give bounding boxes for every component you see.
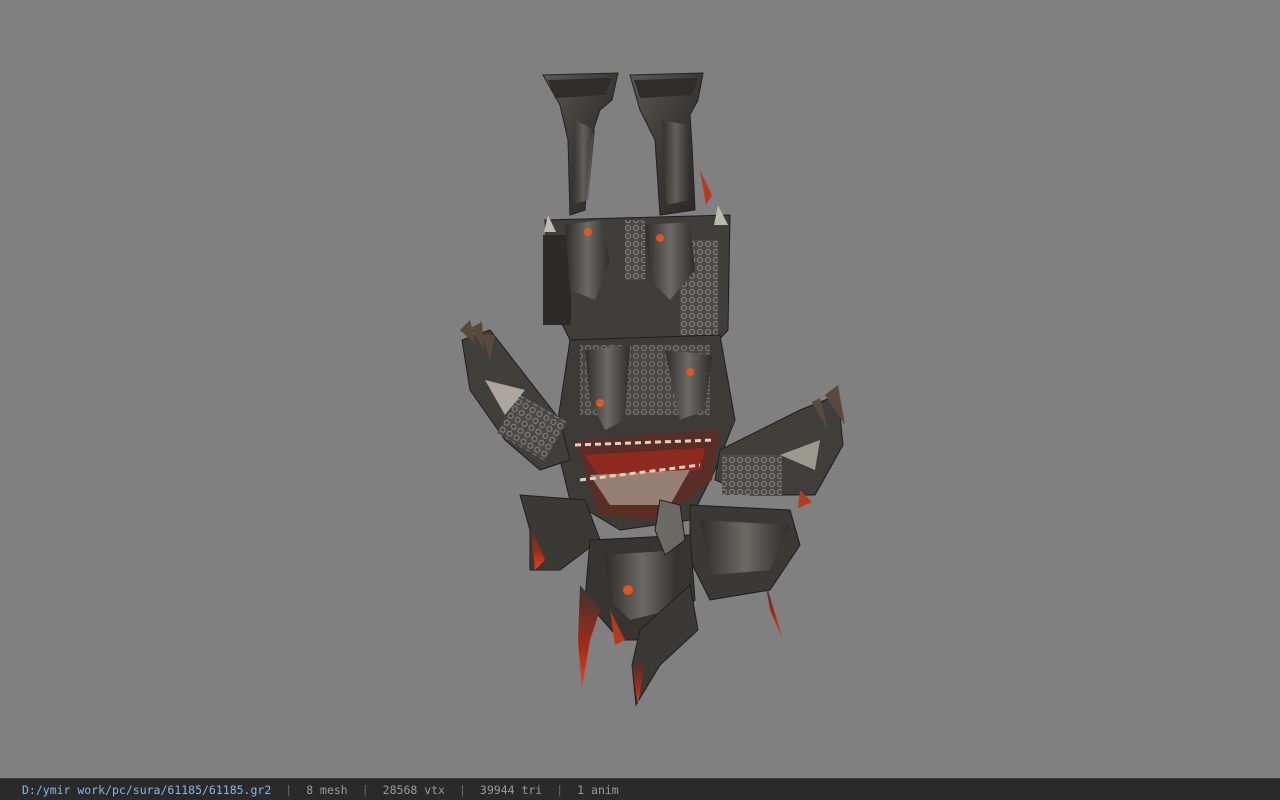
3d-viewport[interactable] [0, 0, 1280, 778]
file-path-label: D:/ymir work/pc/sura/61185/61185.gr2 [22, 782, 272, 797]
vertex-count-label: 28568 vtx [382, 782, 445, 797]
right-arm [714, 385, 845, 508]
triangle-count-label: 39944 tri [479, 782, 543, 797]
anim-count-label: 1 anim [577, 782, 619, 797]
left-arm [460, 320, 571, 471]
right-boot [629, 72, 712, 216]
separator: | [285, 782, 293, 797]
status-bar: D:/ymir work/pc/sura/61185/61185.gr2 | 8… [0, 778, 1280, 800]
mesh-count-label: 8 mesh [306, 782, 348, 797]
left-boot [542, 72, 619, 216]
separator: | [361, 782, 369, 797]
separator: | [556, 782, 564, 797]
separator: | [458, 782, 466, 797]
character-model [460, 72, 845, 707]
